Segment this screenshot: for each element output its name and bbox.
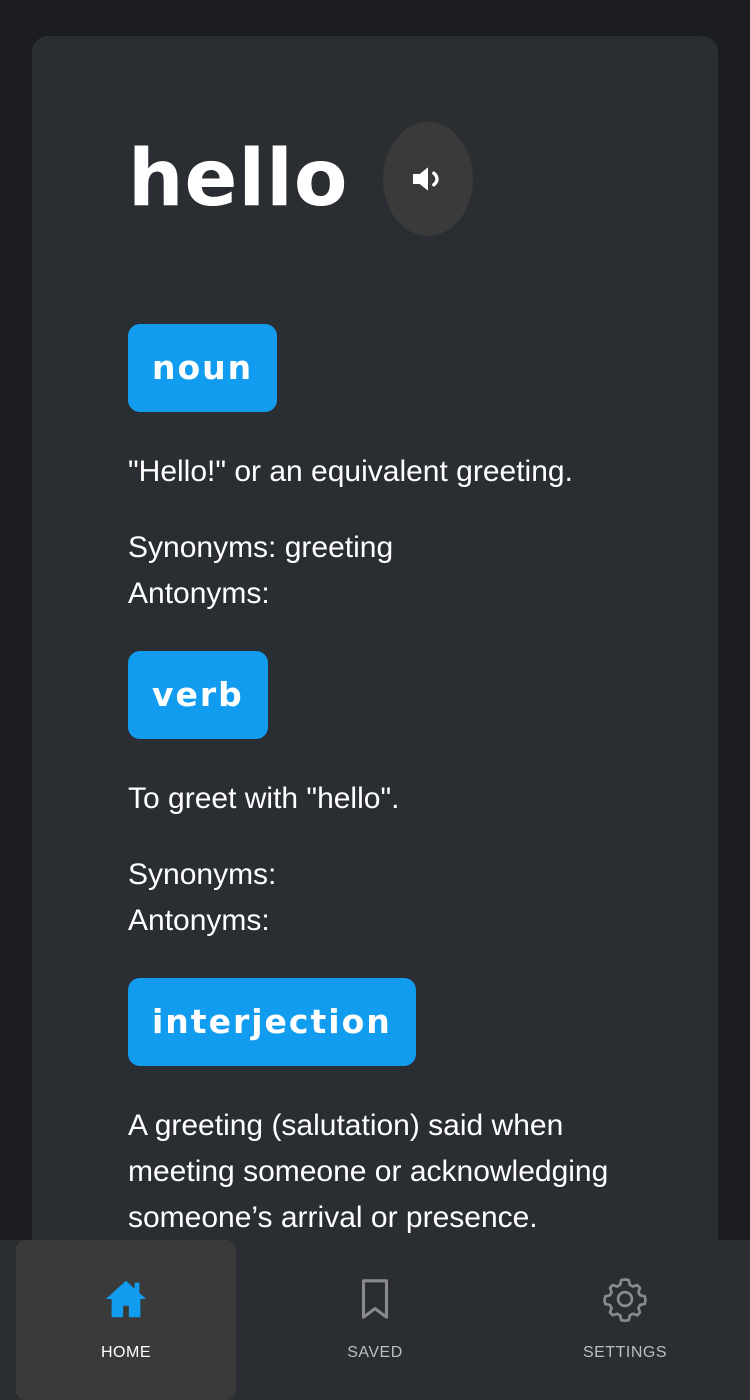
speaker-icon	[412, 167, 439, 191]
part-of-speech-badge: noun	[128, 324, 278, 412]
antonyms-label: Antonyms:	[128, 904, 270, 937]
nav-saved[interactable]: SAVED	[265, 1240, 485, 1400]
nav-settings-label: SETTINGS	[582, 1344, 667, 1361]
nav-settings[interactable]: SETTINGS	[515, 1240, 735, 1400]
nav-saved-label: SAVED	[347, 1344, 403, 1361]
nav-home[interactable]: HOME	[16, 1240, 236, 1400]
meaning-noun: noun "Hello!" or an equivalent greeting.…	[128, 324, 648, 617]
part-of-speech-badge: interjection	[128, 978, 416, 1066]
definition-text: "Hello!" or an equivalent greeting.	[128, 455, 573, 488]
word-title: hello	[128, 134, 349, 224]
word-header: hello	[128, 122, 473, 236]
definition-text: To greet with "hello".	[128, 782, 400, 815]
synonyms-label: Synonyms:	[128, 858, 277, 891]
synonyms-antonyms: Synonyms: greeting Antonyms:	[128, 525, 648, 617]
gear-icon	[603, 1278, 647, 1322]
meanings-list: noun "Hello!" or an equivalent greeting.…	[128, 324, 648, 1275]
part-of-speech-badge: verb	[128, 651, 268, 739]
synonyms-antonyms: Synonyms: Antonyms:	[128, 852, 648, 944]
synonyms-label: Synonyms: greeting	[128, 531, 394, 564]
definition-text: A greeting (salutation) said when meetin…	[128, 1109, 609, 1234]
app-screen: hello noun "Hello!" or an equivalent gre…	[0, 0, 750, 1400]
meaning-interjection: interjection A greeting (salutation) sai…	[128, 978, 648, 1241]
meaning-verb: verb To greet with "hello". Synonyms: An…	[128, 651, 648, 944]
nav-home-label: HOME	[101, 1344, 151, 1361]
antonyms-label: Antonyms:	[128, 577, 270, 610]
bookmark-icon	[361, 1279, 389, 1319]
bottom-navigation: HOME SAVED SETTINGS	[0, 1240, 750, 1400]
home-icon	[105, 1280, 147, 1318]
pronounce-button[interactable]	[382, 122, 473, 236]
